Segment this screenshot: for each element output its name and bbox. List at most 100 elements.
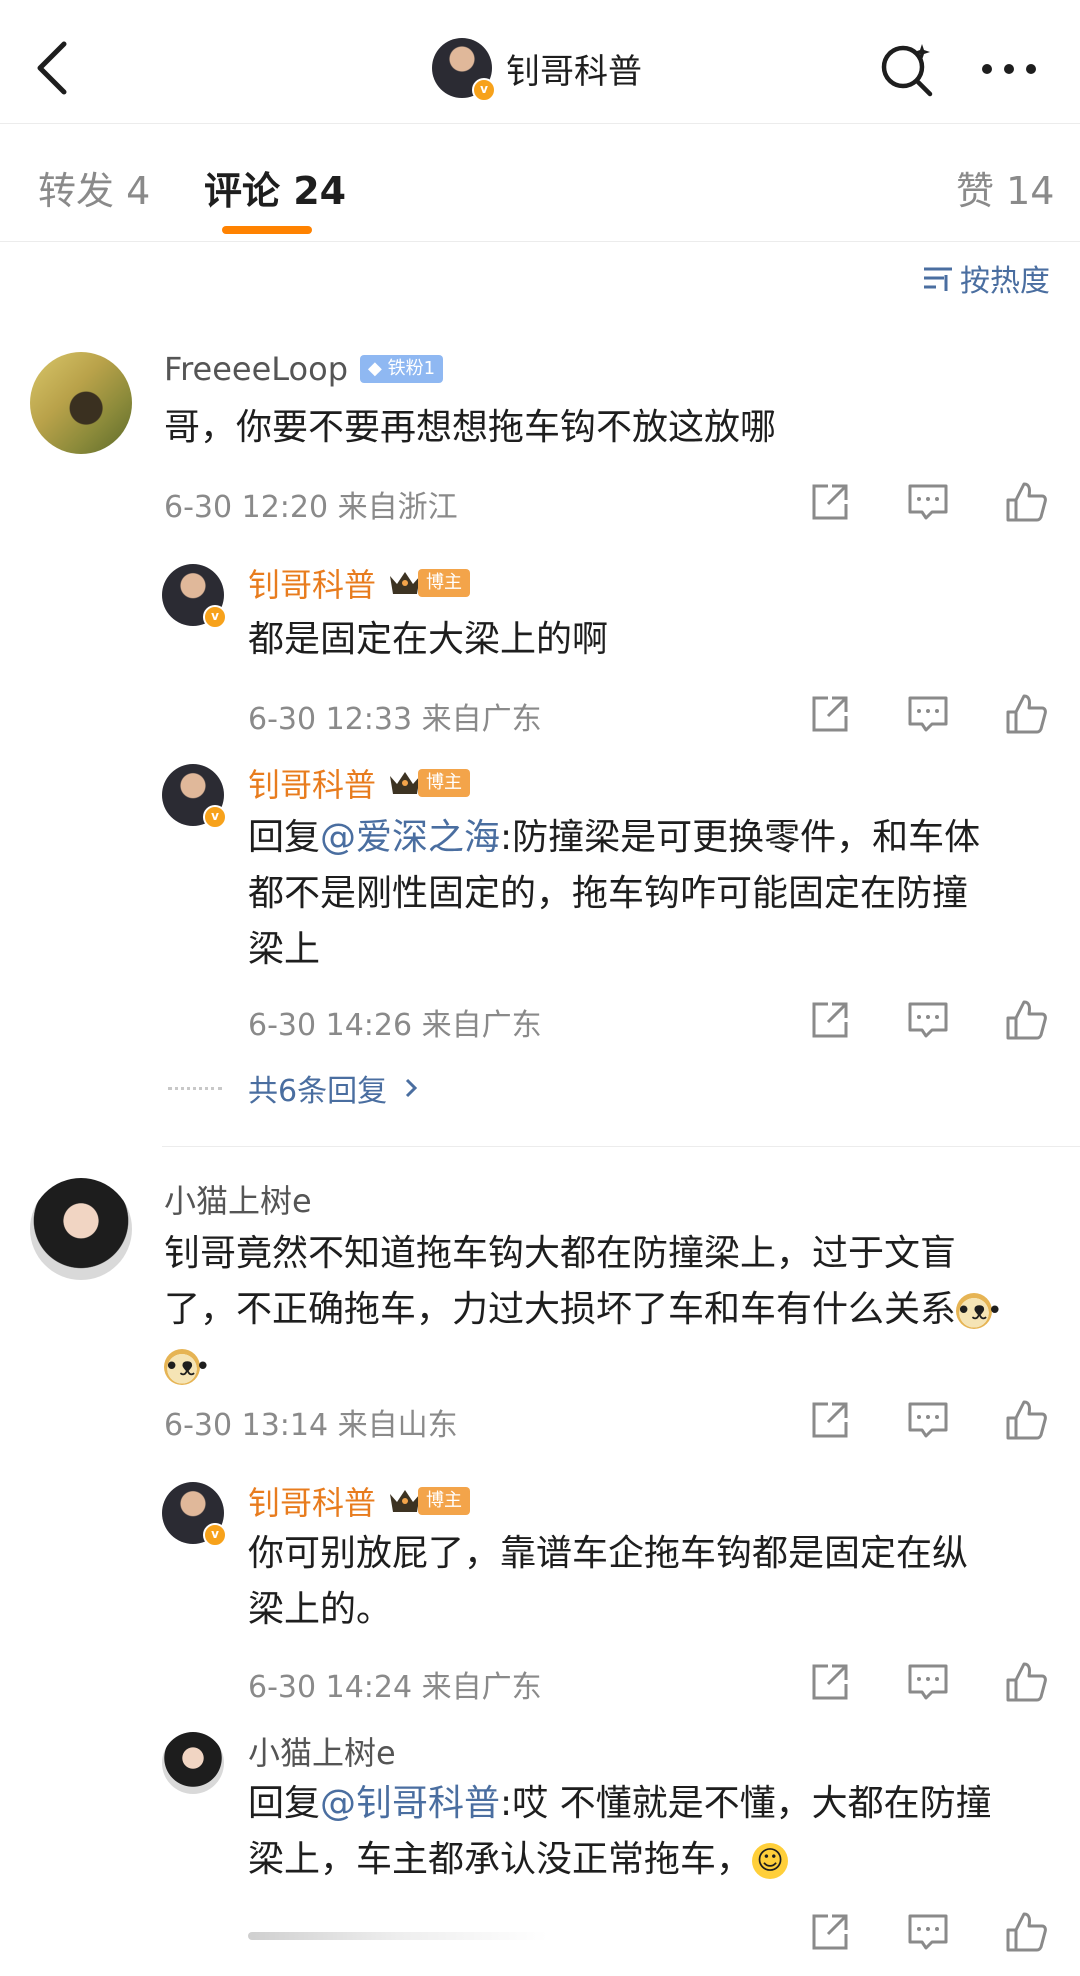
comment-text: 钊哥竟然不知道拖车钩大都在防撞梁上，过于文盲 了，不正确拖车，力过大损坏了车和车… (164, 1226, 1054, 1394)
more-replies-link[interactable]: 共6条回复 (248, 1066, 425, 1110)
like-icon[interactable] (1004, 692, 1048, 736)
tab-bar: 转发 4 评论 24 赞 14 (0, 124, 1080, 242)
fan-badge: ◆ 铁粉1 (360, 355, 444, 383)
username-text[interactable]: FreeeeLoop (164, 350, 348, 388)
tab-reposts[interactable]: 转发 4 (38, 160, 150, 215)
reply-username[interactable]: 钊哥科普 博主 (248, 760, 471, 806)
comment-username[interactable]: 小猫上树e (164, 1176, 312, 1222)
tab-comments[interactable]: 评论 24 (204, 160, 346, 215)
host-badge-label: 博主 (418, 769, 471, 797)
search-icon[interactable] (878, 40, 936, 98)
comment-actions (808, 480, 1048, 524)
username-text[interactable]: 钊哥科普 (248, 760, 376, 806)
active-tab-indicator (222, 226, 312, 234)
reply-username[interactable]: 小猫上树e (248, 1728, 396, 1774)
reply-text-line: 梁上的。 (248, 1589, 393, 1630)
comment-username[interactable]: FreeeeLoop ◆ 铁粉1 (164, 350, 444, 388)
host-badge: 博主 (388, 1486, 471, 1516)
top-bar: 钊哥科普 (0, 0, 1080, 124)
reply-meta: 6-30 12:33 来自广东 (248, 702, 542, 737)
username-text[interactable]: 小猫上树e (248, 1728, 396, 1774)
reply-prefix: 回复 (248, 817, 321, 858)
sort-label: 按热度 (960, 264, 1050, 299)
faded-meta-placeholder (248, 1932, 548, 1940)
reply-username[interactable]: 钊哥科普 博主 (248, 1478, 471, 1524)
mention-link[interactable]: @钊哥科普 (320, 1783, 500, 1824)
reply-text-line: 你可别放屁了，靠谱车企拖车钩都是固定在纵 (248, 1533, 969, 1574)
doge-emoji-icon: •ᴥ• (956, 1293, 1002, 1329)
reply-meta: 6-30 14:24 来自广东 (248, 1670, 542, 1705)
crown-icon (390, 772, 421, 794)
repost-icon[interactable] (808, 1910, 852, 1954)
avatar[interactable] (162, 1482, 227, 1547)
comment-actions (808, 1398, 1048, 1442)
fan-badge-label: 铁粉1 (387, 358, 436, 379)
avatar[interactable] (432, 38, 496, 102)
back-icon[interactable] (30, 38, 78, 98)
like-icon[interactable] (1004, 1398, 1048, 1442)
username-text[interactable]: 小猫上树e (164, 1176, 312, 1222)
comment-text-line: 钊哥竟然不知道拖车钩大都在防撞梁上，过于文盲 (164, 1233, 957, 1274)
username-text[interactable]: 钊哥科普 (248, 560, 376, 606)
laugh-emoji-icon: ☺ (752, 1843, 789, 1879)
like-icon[interactable] (1004, 480, 1048, 524)
avatar[interactable] (162, 564, 227, 629)
doge-emoji-icon: •ᴥ• (164, 1349, 210, 1385)
comment-icon[interactable] (906, 1660, 950, 1704)
crown-icon (390, 572, 421, 594)
reply-actions (808, 998, 1048, 1042)
host-badge-label: 博主 (418, 569, 471, 597)
comment-icon[interactable] (906, 998, 950, 1042)
host-badge-label: 博主 (418, 1487, 471, 1515)
avatar[interactable] (162, 1732, 224, 1794)
avatar[interactable] (162, 764, 227, 829)
username-text[interactable]: 钊哥科普 (248, 1478, 376, 1524)
comment-icon[interactable] (906, 692, 950, 736)
more-icon[interactable] (978, 44, 1040, 94)
reply-text: 都是固定在大梁上的啊 (248, 619, 609, 660)
reply-text: 回复@爱深之海:防撞梁是可更换零件，和车体 都不是刚性固定的，拖车钩咋可能固定在… (248, 810, 1048, 978)
reply-text-line: :哎 不懂就是不懂，大都在防撞 (500, 1783, 992, 1824)
reply-username[interactable]: 钊哥科普 博主 (248, 560, 471, 606)
host-badge: 博主 (388, 568, 471, 598)
tab-likes[interactable]: 赞 14 (956, 160, 1054, 215)
page-title: 钊哥科普 (506, 51, 642, 92)
comment-icon[interactable] (906, 1910, 950, 1954)
more-replies-label: 共6条回复 (248, 1074, 388, 1109)
reply-text-line: 都不是刚性固定的，拖车钩咋可能固定在防撞 (248, 873, 969, 914)
repost-icon[interactable] (808, 1660, 852, 1704)
reply-text-line: 梁上 (248, 929, 321, 970)
repost-icon[interactable] (808, 998, 852, 1042)
repost-icon[interactable] (808, 692, 852, 736)
comment-meta: 6-30 13:14 来自山东 (164, 1408, 458, 1443)
dotted-divider (168, 1086, 222, 1090)
host-badge: 博主 (388, 768, 471, 798)
reply-text: 你可别放屁了，靠谱车企拖车钩都是固定在纵 梁上的。 (248, 1526, 1048, 1638)
mention-link[interactable]: @爱深之海 (320, 817, 500, 858)
comment-icon[interactable] (906, 1398, 950, 1442)
like-icon[interactable] (1004, 1910, 1048, 1954)
like-icon[interactable] (1004, 1660, 1048, 1704)
reply-text-line: :防撞梁是可更换零件，和车体 (500, 817, 981, 858)
more-replies[interactable]: 共6条回复 (168, 1066, 425, 1110)
comment-text: 哥，你要不要再想想拖车钩不放这放哪 (164, 407, 777, 448)
like-icon[interactable] (1004, 998, 1048, 1042)
sort-icon (924, 267, 952, 291)
avatar[interactable] (30, 352, 132, 454)
chevron-right-icon (406, 1078, 418, 1098)
comment-icon[interactable] (906, 480, 950, 524)
comment-divider (162, 1146, 1080, 1147)
reply-text: 回复@钊哥科普:哎 不懂就是不懂，大都在防撞 梁上，车主都承认没正常拖车， ☺ (248, 1776, 1048, 1888)
reply-actions (808, 1660, 1048, 1704)
reply-actions (808, 1910, 1048, 1954)
reply-prefix: 回复 (248, 1783, 321, 1824)
header-title-group[interactable]: 钊哥科普 (432, 36, 642, 102)
reply-actions (808, 692, 1048, 736)
repost-icon[interactable] (808, 480, 852, 524)
repost-icon[interactable] (808, 1398, 852, 1442)
comment-meta: 6-30 12:20 来自浙江 (164, 490, 458, 525)
comment-text-line: 了，不正确拖车，力过大损坏了车和车有什么关系 (164, 1289, 957, 1330)
crown-icon (390, 1490, 421, 1512)
sort-button[interactable]: 按热度 (922, 256, 1050, 300)
avatar[interactable] (30, 1178, 132, 1280)
